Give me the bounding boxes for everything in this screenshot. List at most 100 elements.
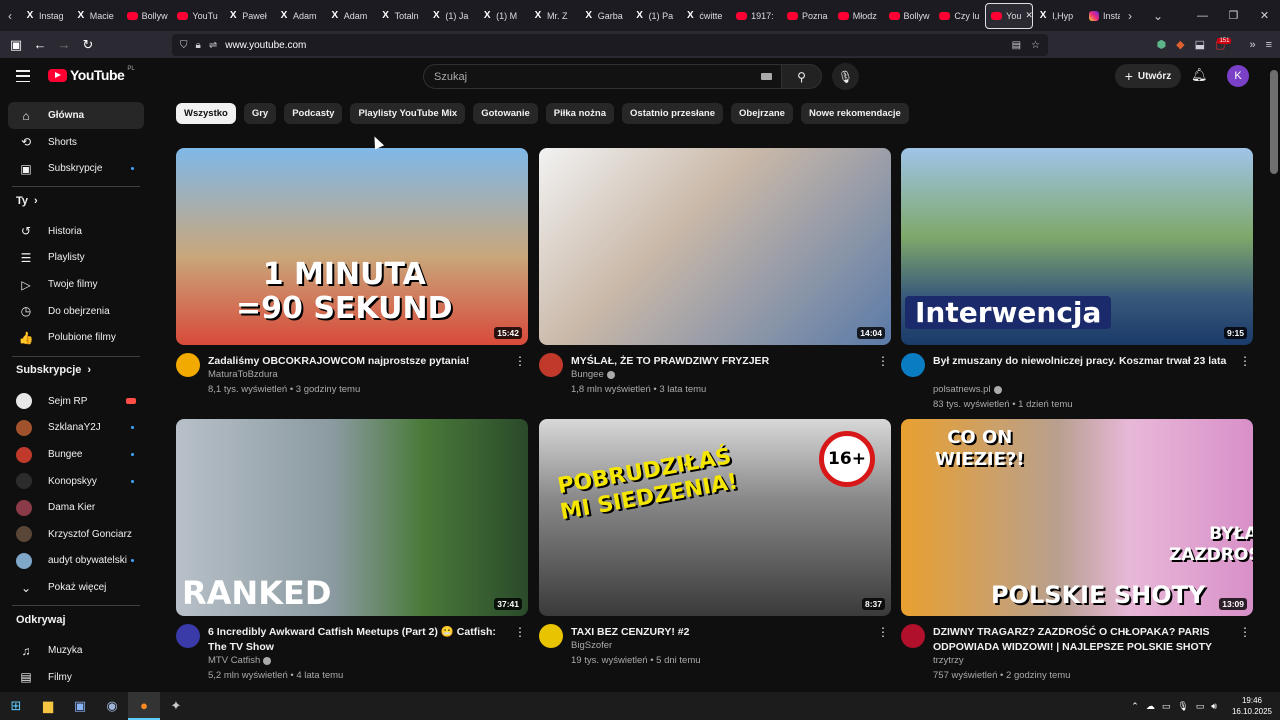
channel-name[interactable]: MaturaToBzdura (208, 369, 278, 380)
tray-app-icon[interactable]: ▭ (1162, 701, 1171, 712)
channel-name[interactable]: trzytrzy (933, 655, 964, 666)
app-monitor-icon[interactable]: ▣ (64, 692, 96, 720)
sidebar-item[interactable]: Bungee (8, 441, 144, 468)
reader-view-icon[interactable]: ▤ (1012, 40, 1021, 51)
channel-avatar[interactable] (539, 624, 563, 648)
video-thumbnail[interactable]: RANKED 37:41 (176, 419, 528, 616)
browser-tab[interactable]: Pozna (782, 3, 833, 29)
browser-tab[interactable]: 1917: (731, 3, 782, 29)
channel-name-text[interactable]: trzytrzy (933, 655, 964, 666)
browser-tab[interactable]: X Macie (71, 3, 122, 29)
video-title[interactable]: Był zmuszany do niewolniczej pracy. Kosz… (933, 354, 1233, 369)
steam-icon[interactable]: ◉ (96, 692, 128, 720)
account-avatar[interactable]: K (1227, 65, 1249, 87)
video-title[interactable]: DZIWNY TRAGARZ? ZAZDROŚĆ O CHŁOPAKA? PAR… (933, 625, 1233, 655)
reload-icon[interactable]: ↻ (76, 33, 100, 57)
sidebar-item[interactable]: Krzysztof Gonciarz (8, 521, 144, 548)
sidebar-item[interactable]: ⟲ Shorts (8, 129, 144, 156)
sidebar-item[interactable]: ◷ Do obejrzenia (8, 298, 144, 325)
browser-tab[interactable]: X Garba (579, 3, 630, 29)
voice-search-button[interactable]: 🎙︎ (832, 63, 859, 90)
shield-icon[interactable]: ⛉ (180, 40, 188, 51)
filter-chip[interactable]: Playlisty YouTube Mix (350, 103, 466, 124)
file-explorer-icon[interactable]: ▆ (32, 692, 64, 720)
sidebar-item[interactable]: Konopskyy (8, 468, 144, 495)
channel-avatar[interactable] (176, 353, 200, 377)
sidebar-item[interactable]: 👍 Polubione filmy (8, 324, 144, 351)
more-actions-icon[interactable]: ⋮ (514, 355, 526, 367)
page-settings-icon[interactable]: ⇌ (209, 40, 217, 51)
browser-tab[interactable]: Czy lu (934, 3, 985, 29)
scrollbar-thumb[interactable] (1270, 70, 1278, 174)
browser-tab[interactable]: Młodz (833, 3, 884, 29)
firefox-icon[interactable]: ● (128, 692, 160, 720)
browser-tab[interactable]: Instag (1084, 3, 1120, 29)
sidebar-item[interactable]: ▷ Twoje filmy (8, 271, 144, 298)
channel-name-text[interactable]: BigSzofer (571, 640, 612, 651)
youtube-logo[interactable]: YouTube PL (48, 66, 135, 83)
sidebar-section-subscriptions[interactable]: Subskrypcje › (16, 364, 91, 376)
tab-scroll-left-icon[interactable]: ‹ (0, 0, 20, 31)
video-thumbnail[interactable]: POLSKIE SHOTY CO ON WIEZIE?! BYŁA ZAZDROSN… (901, 419, 1253, 616)
sidebar-item[interactable]: SzklanaY2J (8, 414, 144, 441)
browser-tab[interactable]: X Instag (20, 3, 71, 29)
browser-tab[interactable]: Xćwitte (680, 3, 731, 29)
search-button[interactable]: ⚲ (781, 64, 822, 89)
network-icon[interactable]: ▭ (1196, 701, 1205, 712)
video-title[interactable]: 6 Incredibly Awkward Catfish Meetups (Pa… (208, 625, 508, 655)
browser-tab[interactable]: YouTu (172, 3, 223, 29)
guide-menu-icon[interactable] (16, 70, 30, 82)
browser-tab[interactable]: X I,Hyp (1033, 3, 1084, 29)
browser-tab[interactable]: X Adam (274, 3, 325, 29)
video-card[interactable]: Interwencja 9:15 Był zmuszany do niewolnic… (901, 148, 1253, 413)
channel-name[interactable]: MTV Catfish (208, 655, 272, 666)
minimize-icon[interactable]: — (1187, 0, 1218, 31)
channel-name-text[interactable]: MTV Catfish (208, 655, 260, 666)
browser-tab[interactable]: X Mr. Z (528, 3, 579, 29)
back-icon[interactable]: ← (28, 33, 52, 57)
channel-avatar[interactable] (901, 624, 925, 648)
filter-chip[interactable]: Obejrzane (731, 103, 793, 124)
browser-tab[interactable]: Bollyw (884, 3, 935, 29)
video-title[interactable]: TAXI BEZ CENZURY! #2 (571, 625, 871, 640)
filter-chip[interactable]: Piłka nożna (545, 103, 615, 124)
video-card[interactable]: POLSKIE SHOTY CO ON WIEZIE?! BYŁA ZAZDROSN… (901, 419, 1253, 684)
microphone-icon[interactable]: 🎙︎ (1177, 701, 1188, 712)
extensions-icon[interactable]: ⬓ (1195, 38, 1205, 51)
browser-tab[interactable]: X (1) M (477, 3, 528, 29)
browser-tab[interactable]: Bollyw (122, 3, 173, 29)
channel-name-text[interactable]: Bungee (571, 369, 604, 380)
channel-avatar[interactable] (539, 353, 563, 377)
create-button[interactable]: + Utwórz (1115, 64, 1181, 88)
channel-name[interactable]: Bungee (571, 369, 615, 380)
channel-name-text[interactable]: polsatnews.pl (933, 384, 991, 395)
video-card[interactable]: 14:04 MYŚLAŁ, ŻE TO PRAWDZIWY FRYZJER Bung… (539, 148, 891, 413)
video-title[interactable]: Zadaliśmy OBCOKRAJOWCOM najprostsze pyta… (208, 354, 508, 369)
video-thumbnail[interactable]: POBRUDZIŁAŚ MI SIEDZENIA! 16+ 8:37 (539, 419, 891, 616)
url-bar[interactable]: ⛉ 🔒︎ ⇌ www.youtube.com ▤ ☆ (172, 34, 1048, 56)
url-text[interactable]: www.youtube.com (225, 40, 306, 51)
close-window-icon[interactable]: ✕ (1249, 0, 1280, 31)
tab-close-icon[interactable]: ✕ (1025, 10, 1032, 21)
search-input[interactable]: Szukaj (423, 64, 782, 89)
sidebar-toggle-icon[interactable]: ▣ (4, 33, 28, 57)
filter-chip[interactable]: Gotowanie (473, 103, 538, 124)
extension-notif-icon[interactable]: ▢151 (1215, 38, 1239, 51)
tray-expand-icon[interactable]: ⌃ (1131, 701, 1139, 712)
more-actions-icon[interactable]: ⋮ (514, 626, 526, 638)
sidebar-item[interactable]: ⌂ Główna (8, 102, 144, 129)
more-actions-icon[interactable]: ⋮ (1239, 355, 1251, 367)
keyboard-icon[interactable] (761, 73, 772, 80)
browser-tab[interactable]: You ✕ (985, 2, 1034, 29)
overflow-icon[interactable]: » (1249, 39, 1255, 51)
app-bird-icon[interactable]: ✦ (160, 692, 192, 720)
browser-tab[interactable]: X Paweł (223, 3, 274, 29)
video-title[interactable]: MYŚLAŁ, ŻE TO PRAWDZIWY FRYZJER (571, 354, 871, 369)
sidebar-section-you[interactable]: Ty › (16, 195, 38, 207)
channel-name-text[interactable]: MaturaToBzdura (208, 369, 278, 380)
extension-shield-icon[interactable]: ⬢ (1157, 38, 1167, 51)
extension-fox-icon[interactable]: ◆ (1176, 38, 1184, 51)
video-card[interactable]: RANKED 37:41 6 Incredibly Awkward Catfish … (176, 419, 528, 684)
video-thumbnail[interactable]: 1 MINUTA =90 SEKUND 15:42 (176, 148, 528, 345)
video-thumbnail[interactable]: Interwencja 9:15 (901, 148, 1253, 345)
